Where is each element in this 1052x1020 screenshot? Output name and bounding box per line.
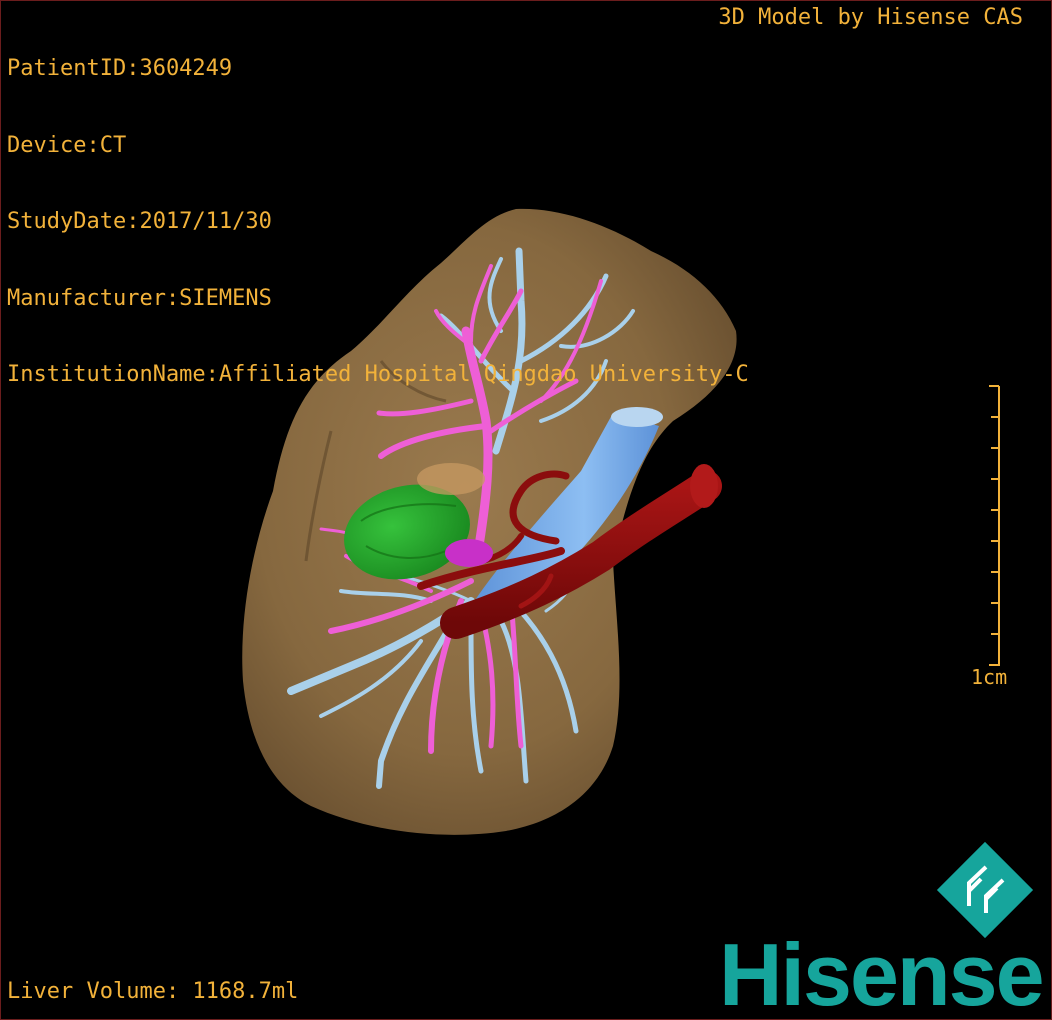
model-credit: 3D Model by Hisense CAS xyxy=(718,5,1023,30)
study-date: StudyDate:2017/11/30 xyxy=(7,209,272,234)
vessel-confluence xyxy=(445,539,493,567)
study-info: PatientID:3604249 Device:CT StudyDate:20… xyxy=(7,5,749,439)
patient-id: PatientID:3604249 xyxy=(7,56,233,81)
hisense-logo-icon xyxy=(936,841,1034,939)
scale-bar-label: 1cm xyxy=(971,665,1008,689)
liver-volume: Liver Volume: 1168.7ml xyxy=(7,979,299,1004)
institution-name: InstitutionName:Affiliated Hospital Qing… xyxy=(7,362,749,387)
scale-bar xyxy=(989,385,1000,666)
3d-viewport[interactable]: PatientID:3604249 Device:CT StudyDate:20… xyxy=(0,0,1052,1020)
manufacturer: Manufacturer:SIEMENS xyxy=(7,285,272,311)
device: Device:CT xyxy=(7,132,127,158)
hisense-logo-text: Hisense xyxy=(719,925,1045,1020)
gallbladder-region xyxy=(417,463,485,495)
